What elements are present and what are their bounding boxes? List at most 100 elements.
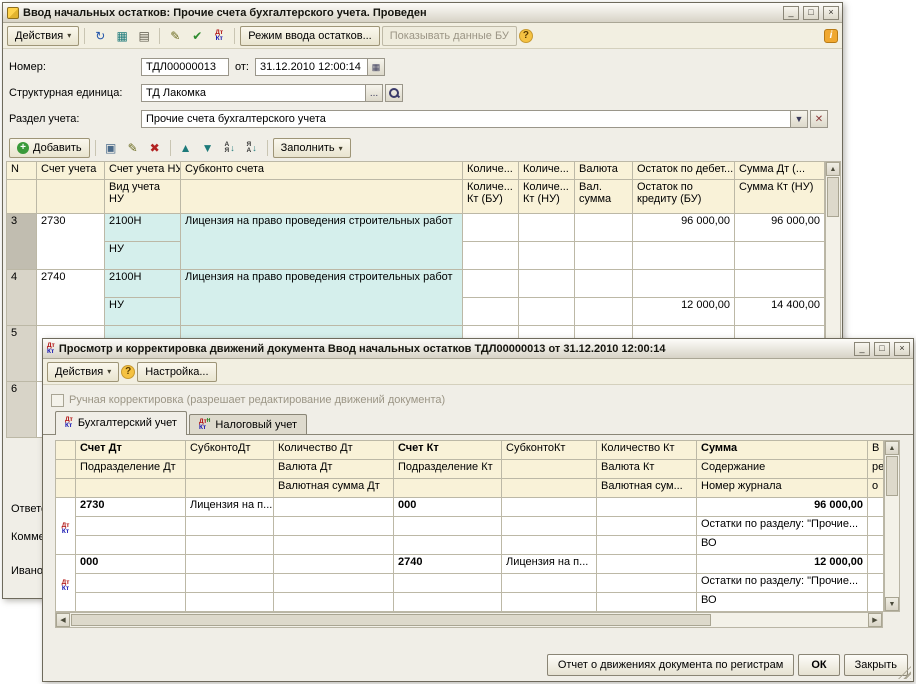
curamt-dt-cell[interactable]: [274, 536, 394, 555]
empty-cell[interactable]: [186, 593, 274, 612]
cut-cell[interactable]: [868, 536, 884, 555]
register-report-button[interactable]: Отчет о движениях документа по регистрам: [547, 654, 795, 676]
vertical-scrollbar[interactable]: ▲ ▼: [884, 440, 900, 612]
titlebar[interactable]: Ввод начальных остатков: Прочие счета бу…: [3, 3, 842, 23]
qty-dt-cell[interactable]: [274, 555, 394, 574]
empty-cell[interactable]: [502, 574, 597, 593]
scroll-up-icon[interactable]: ▲: [826, 162, 840, 176]
maximize-button[interactable]: □: [874, 342, 890, 356]
row-number-cell[interactable]: 6: [7, 382, 37, 438]
qty-cell[interactable]: [519, 242, 575, 270]
qty-kt-cell[interactable]: [597, 555, 697, 574]
table-row[interactable]: 3 2730 2100Н Лицензия на право проведени…: [7, 214, 825, 242]
subconto-kt-cell[interactable]: Лицензия на п...: [502, 555, 597, 574]
qty-cell[interactable]: [463, 242, 519, 270]
kind-nu-cell[interactable]: НУ: [105, 298, 181, 326]
sum-kt-cell[interactable]: [735, 242, 825, 270]
qty-cell[interactable]: [519, 298, 575, 326]
curamt-dt-cell[interactable]: [274, 593, 394, 612]
account-kt-cell[interactable]: 000: [394, 498, 502, 517]
scrollbar-thumb[interactable]: [886, 456, 898, 496]
curamt-kt-cell[interactable]: [597, 536, 697, 555]
titlebar[interactable]: Дт Кт Просмотр и корректировка движений …: [43, 339, 913, 359]
minimize-button[interactable]: _: [783, 6, 799, 20]
empty-cell[interactable]: [502, 593, 597, 612]
empty-cell[interactable]: [76, 536, 186, 555]
edit-icon[interactable]: ✎: [165, 26, 185, 46]
qty-cell[interactable]: [519, 214, 575, 242]
movements-dtkt-icon[interactable]: Дт Кт: [209, 26, 229, 46]
tab-tax[interactable]: ДтН Кт Налоговый учет: [189, 414, 307, 434]
scrollbar-thumb[interactable]: [827, 177, 839, 217]
content-cell[interactable]: Остатки по разделу: "Прочие...: [697, 574, 868, 593]
edit-row-icon[interactable]: ✎: [123, 138, 143, 158]
row-number-cell[interactable]: 3: [7, 214, 37, 270]
account-cell[interactable]: 2740: [37, 270, 105, 326]
tab-accounting[interactable]: Дт Кт Бухгалтерский учет: [55, 411, 187, 435]
subconto-kt-cell[interactable]: [502, 498, 597, 517]
debit-balance-cell[interactable]: [633, 270, 735, 298]
manual-correction-checkbox[interactable]: [51, 394, 64, 407]
empty-cell[interactable]: [502, 536, 597, 555]
sum-kt-cell[interactable]: 14 400,00: [735, 298, 825, 326]
close-button[interactable]: ×: [823, 6, 839, 20]
table-row[interactable]: 4 2740 2100Н Лицензия на право проведени…: [7, 270, 825, 298]
delete-row-icon[interactable]: ✖: [145, 138, 165, 158]
empty-cell[interactable]: [394, 536, 502, 555]
movement-row-line2[interactable]: Остатки по разделу: "Прочие...: [56, 574, 884, 593]
empty-cell[interactable]: [186, 517, 274, 536]
qty-dt-cell[interactable]: [274, 498, 394, 517]
sum-dt-cell[interactable]: 96 000,00: [735, 214, 825, 242]
subconto-cell[interactable]: Лицензия на право проведения строительны…: [181, 214, 463, 270]
empty-cell[interactable]: [186, 536, 274, 555]
scroll-up-icon[interactable]: ▲: [885, 441, 899, 455]
content-cell[interactable]: Остатки по разделу: "Прочие...: [697, 517, 868, 536]
scroll-right-icon[interactable]: ▶: [868, 613, 882, 627]
subconto-dt-cell[interactable]: [186, 555, 274, 574]
account-cell[interactable]: 2730: [37, 214, 105, 270]
add-row-button[interactable]: + Добавить: [9, 138, 90, 158]
dept-dt-cell[interactable]: [76, 517, 186, 536]
movement-row-line3[interactable]: ВО: [56, 536, 884, 555]
settings-button[interactable]: Настройка...: [137, 362, 216, 382]
currency-cell[interactable]: [575, 242, 633, 270]
balance-entry-mode-button[interactable]: Режим ввода остатков...: [240, 26, 380, 46]
currency-cell[interactable]: [575, 270, 633, 298]
debit-balance-cell[interactable]: 96 000,00: [633, 214, 735, 242]
cur-kt-cell[interactable]: [597, 574, 697, 593]
combo-arrow-icon[interactable]: ▼: [791, 110, 808, 128]
minimize-button[interactable]: _: [854, 342, 870, 356]
date-input[interactable]: 31.12.2010 12:00:14: [255, 58, 368, 76]
currency-cell[interactable]: [575, 214, 633, 242]
move-down-icon[interactable]: ▼: [198, 138, 218, 158]
empty-cell[interactable]: [502, 517, 597, 536]
movement-row[interactable]: ДтКт 2730 Лицензия на п... 000 96 000,00: [56, 498, 884, 517]
close-button[interactable]: Закрыть: [844, 654, 908, 676]
cur-kt-cell[interactable]: [597, 517, 697, 536]
qty-kt-cell[interactable]: [597, 498, 697, 517]
sum-dt-cell[interactable]: [735, 270, 825, 298]
refresh-icon[interactable]: ↻: [90, 26, 110, 46]
row-number-cell[interactable]: 5: [7, 326, 37, 382]
currency-cell[interactable]: [575, 298, 633, 326]
account-kt-cell[interactable]: 2740: [394, 555, 502, 574]
qty-cell[interactable]: [463, 298, 519, 326]
ok-button[interactable]: ОК: [798, 654, 839, 676]
row-number-cell[interactable]: 4: [7, 270, 37, 326]
qty-cell[interactable]: [463, 214, 519, 242]
cut-cell[interactable]: [868, 574, 884, 593]
help-icon[interactable]: ?: [121, 365, 135, 379]
qty-cell[interactable]: [463, 270, 519, 298]
kind-nu-cell[interactable]: НУ: [105, 242, 181, 270]
cut-cell[interactable]: [868, 555, 884, 574]
curamt-kt-cell[interactable]: [597, 593, 697, 612]
actions-menu-button[interactable]: Действия ▾: [47, 362, 119, 382]
account-dt-cell[interactable]: 000: [76, 555, 186, 574]
account-dt-cell[interactable]: 2730: [76, 498, 186, 517]
dept-kt-cell[interactable]: [394, 574, 502, 593]
account-nu-cell[interactable]: 2100Н: [105, 270, 181, 298]
sum-cell[interactable]: 12 000,00: [697, 555, 868, 574]
report-icon[interactable]: ▤: [134, 26, 154, 46]
movement-row[interactable]: ДтКт 000 2740 Лицензия на п... 12 000,00: [56, 555, 884, 574]
structural-unit-input[interactable]: ТД Лакомка: [141, 84, 366, 102]
